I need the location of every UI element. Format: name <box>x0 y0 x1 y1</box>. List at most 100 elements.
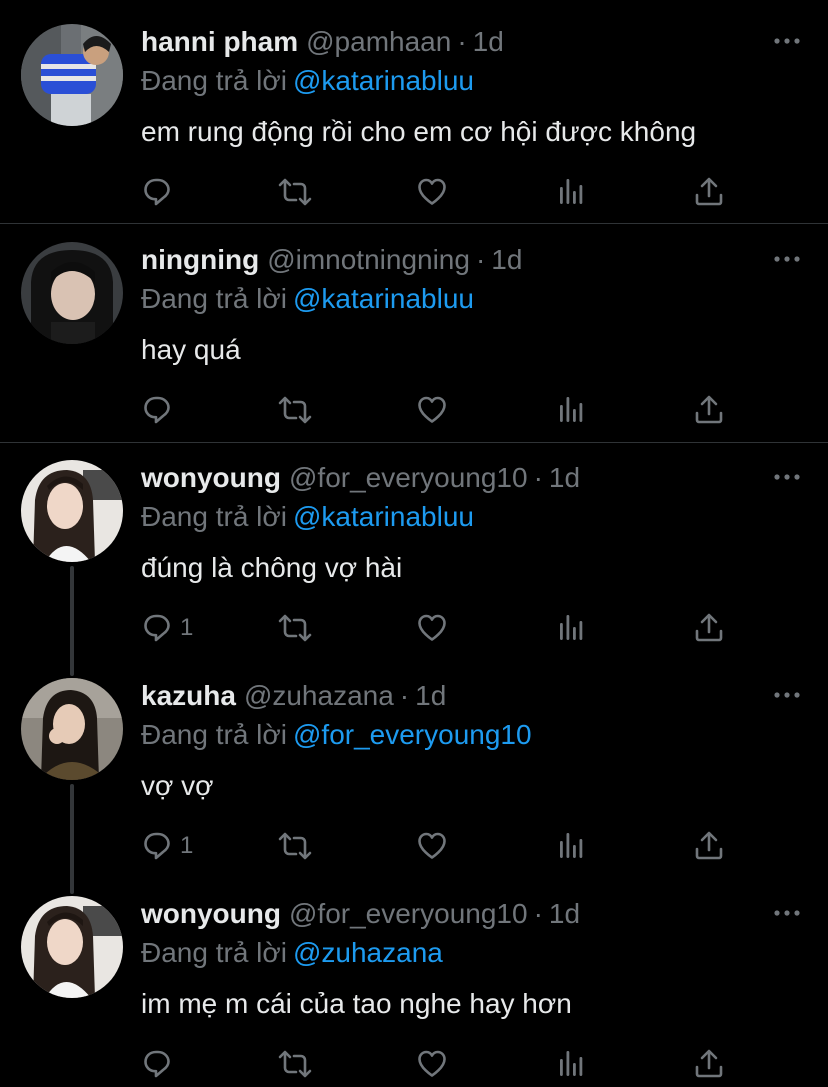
share-icon <box>695 1049 723 1078</box>
like-button[interactable] <box>416 824 448 868</box>
tweet-header: kazuha @zuhazana · 1d <box>141 676 446 716</box>
avatar-image <box>21 896 123 998</box>
separator-dot: · <box>533 462 543 493</box>
reply-button[interactable]: 1 <box>142 606 193 650</box>
tweet[interactable]: kazuha @zuhazana · 1d Đang trả lời @for_ever… <box>0 654 828 872</box>
heart-icon <box>418 396 446 423</box>
tweet[interactable]: wonyoung @for_everyoung10 · 1d Đang trả lời… <box>0 872 828 1087</box>
tweet-actions <box>0 388 828 432</box>
more-options-icon[interactable] <box>774 36 800 46</box>
tweet-actions <box>0 170 828 214</box>
avatar-image <box>21 678 123 780</box>
retweet-button[interactable] <box>277 824 313 868</box>
share-button[interactable] <box>693 824 725 868</box>
reply-icon <box>144 396 170 424</box>
more-options-icon[interactable] <box>774 254 800 264</box>
user-handle[interactable]: @zuhazana <box>244 680 394 711</box>
views-chart-icon <box>560 833 583 858</box>
share-button[interactable] <box>693 170 725 214</box>
avatar-image <box>21 242 123 344</box>
user-handle[interactable]: @imnotningning <box>267 244 470 275</box>
tweet[interactable]: hanni pham @pamhaan · 1d Đang trả lời @katar… <box>0 0 828 222</box>
display-name[interactable]: wonyoung <box>141 898 281 929</box>
avatar[interactable] <box>21 460 123 562</box>
views-chart-icon <box>560 397 583 422</box>
retweet-button[interactable] <box>277 388 313 432</box>
mention-link[interactable]: @zuhazana <box>293 937 443 968</box>
tweet-actions: 1 <box>0 606 828 650</box>
avatar[interactable] <box>21 242 123 344</box>
display-name[interactable]: wonyoung <box>141 462 281 493</box>
reply-button[interactable] <box>142 388 180 432</box>
views-button[interactable] <box>556 388 586 432</box>
tweet-header: hanni pham @pamhaan · 1d <box>141 22 504 62</box>
replying-to-label: Đang trả lời <box>141 65 287 96</box>
reply-icon <box>144 832 170 860</box>
views-button[interactable] <box>556 1042 586 1086</box>
views-button[interactable] <box>556 824 586 868</box>
mention-link[interactable]: @katarinabluu <box>293 501 474 532</box>
share-button[interactable] <box>693 388 725 432</box>
tweet-header: wonyoung @for_everyoung10 · 1d <box>141 458 580 498</box>
avatar[interactable] <box>21 678 123 780</box>
avatar[interactable] <box>21 896 123 998</box>
tweet-actions <box>0 1042 828 1086</box>
timestamp[interactable]: 1d <box>549 898 580 929</box>
tweet-text: im mẹ m cái của tao nghe hay hơn <box>141 988 572 1019</box>
reply-button[interactable] <box>142 1042 180 1086</box>
like-button[interactable] <box>416 170 448 214</box>
timestamp[interactable]: 1d <box>415 680 446 711</box>
reply-button[interactable]: 1 <box>142 824 193 868</box>
timestamp[interactable]: 1d <box>549 462 580 493</box>
reply-icon <box>144 1050 170 1078</box>
views-button[interactable] <box>556 170 586 214</box>
mention-link[interactable]: @katarinabluu <box>293 283 474 314</box>
user-handle[interactable]: @for_everyoung10 <box>289 462 528 493</box>
views-chart-icon <box>560 1051 583 1076</box>
retweet-button[interactable] <box>277 1042 313 1086</box>
retweet-icon <box>278 832 312 860</box>
replying-to-label: Đang trả lời <box>141 501 287 532</box>
replying-to-line: Đang trả lời @katarinabluu <box>141 279 474 319</box>
tweet-actions: 1 <box>0 824 828 868</box>
user-handle[interactable]: @for_everyoung10 <box>289 898 528 929</box>
tweet[interactable]: ningning @imnotningning · 1d Đang trả lời @k… <box>0 218 828 440</box>
share-button[interactable] <box>693 606 725 650</box>
like-button[interactable] <box>416 1042 448 1086</box>
retweet-icon <box>278 1050 312 1078</box>
avatar[interactable] <box>21 24 123 126</box>
retweet-button[interactable] <box>277 170 313 214</box>
tweet-header: wonyoung @for_everyoung10 · 1d <box>141 894 580 934</box>
reply-button[interactable] <box>142 170 180 214</box>
timestamp[interactable]: 1d <box>473 26 504 57</box>
mention-link[interactable]: @katarinabluu <box>293 65 474 96</box>
tweet-text: đúng là chông vợ hài <box>141 552 403 583</box>
timestamp[interactable]: 1d <box>491 244 522 275</box>
separator-dot: · <box>457 26 467 57</box>
tweet[interactable]: wonyoung @for_everyoung10 · 1d Đang trả lời… <box>0 436 828 654</box>
display-name[interactable]: hanni pham <box>141 26 298 57</box>
views-button[interactable] <box>556 606 586 650</box>
replying-to-line: Đang trả lời @katarinabluu <box>141 61 474 101</box>
display-name[interactable]: ningning <box>141 244 259 275</box>
display-name[interactable]: kazuha <box>141 680 236 711</box>
more-options-icon[interactable] <box>774 690 800 700</box>
avatar-image <box>21 24 123 126</box>
replying-to-line: Đang trả lời @katarinabluu <box>141 497 474 537</box>
tweet-text: vợ vợ <box>141 770 214 801</box>
user-handle[interactable]: @pamhaan <box>306 26 451 57</box>
heart-icon <box>418 178 446 205</box>
separator-dot: · <box>399 680 410 711</box>
like-button[interactable] <box>416 606 448 650</box>
more-options-icon[interactable] <box>774 472 800 482</box>
heart-icon <box>418 1050 446 1077</box>
replying-to-label: Đang trả lời <box>141 283 287 314</box>
like-button[interactable] <box>416 388 448 432</box>
retweet-button[interactable] <box>277 606 313 650</box>
share-button[interactable] <box>693 1042 725 1086</box>
more-options-icon[interactable] <box>774 908 800 918</box>
replying-to-line: Đang trả lời @zuhazana <box>141 933 443 973</box>
reply-icon <box>144 178 170 206</box>
mention-link[interactable]: @for_everyoung10 <box>293 719 532 750</box>
share-icon <box>695 177 723 206</box>
